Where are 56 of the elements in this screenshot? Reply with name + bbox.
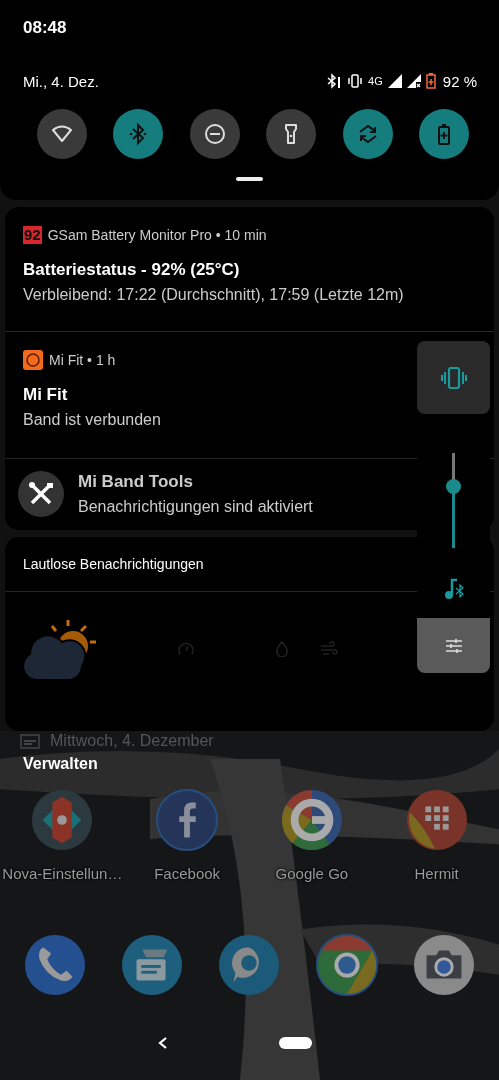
network-type: 4G [368, 75, 383, 87]
notification-title: Batteriestatus - 92% (25°C) [23, 260, 241, 280]
manage-button[interactable]: Verwalten [23, 755, 98, 773]
battery-icon [425, 73, 436, 89]
calendar-icon [20, 733, 40, 749]
gauge-icon [178, 641, 194, 657]
notification-text: Verbleibend: 17:22 (Durchschnitt), 17:59 (Letzte 12m) [23, 286, 405, 304]
sliders-icon [444, 637, 463, 654]
gear-app-icon[interactable] [31, 789, 94, 851]
music-bluetooth-icon [442, 578, 465, 600]
battery-percentage: 92 % [442, 72, 477, 90]
home-pill[interactable] [279, 1037, 312, 1049]
wifi-tile[interactable] [37, 109, 87, 159]
wind-icon [320, 641, 338, 657]
notification-header: GSam Battery Monitor Pro • 10 min [47, 227, 267, 243]
droplet-icon [274, 641, 290, 657]
do-not-disturb-icon [202, 122, 227, 146]
back-icon[interactable] [157, 1036, 169, 1050]
google-icon[interactable] [280, 789, 343, 851]
grid-app-icon[interactable] [405, 789, 468, 851]
phone-icon[interactable] [23, 934, 86, 996]
facebook-icon[interactable] [156, 789, 219, 851]
no-signal-icon [406, 74, 421, 88]
battery-tile[interactable] [418, 109, 469, 159]
widget-date: Mittwoch, 4. Dezember [50, 732, 214, 750]
bluetooth-icon [326, 73, 343, 89]
app-label: Google Go [275, 865, 349, 882]
notification-text: Band ist verbunden [23, 411, 162, 429]
notification-title: Mi Fit [23, 385, 69, 405]
app-label: Hermit [414, 865, 459, 882]
sound-settings-button[interactable] [417, 618, 490, 673]
signal-icon [387, 74, 402, 88]
rotate-tile[interactable] [342, 109, 393, 159]
app-label: Facebook [154, 865, 221, 882]
date-label: Mi., 4. Dez. [23, 72, 100, 90]
clock: 08:48 [23, 17, 67, 39]
ringer-mode-button[interactable] [417, 341, 490, 414]
app-badge-icon: 92 [23, 226, 42, 244]
app-icon [23, 350, 43, 370]
vibrate-icon [347, 73, 364, 89]
notification-header: Mi Fit • 1 h [49, 352, 116, 368]
bluetooth-tile[interactable] [113, 109, 164, 159]
message-app-icon[interactable] [121, 934, 184, 996]
camera-icon[interactable] [413, 934, 476, 996]
tools-icon [18, 471, 64, 517]
volume-thumb[interactable] [446, 479, 461, 495]
chat-bubble-icon[interactable] [218, 934, 281, 996]
drag-handle[interactable] [235, 177, 263, 181]
notification-text: Benachrichtigungen sind aktiviert [78, 498, 313, 516]
section-title: Lautlose Benachrichtigungen [23, 556, 204, 572]
vibrate-icon [440, 366, 467, 389]
dnd-tile[interactable] [189, 109, 240, 159]
chrome-icon[interactable] [315, 934, 378, 996]
notification-title: Mi Band Tools [78, 472, 194, 492]
app-label: Nova-Einstellun… [2, 865, 123, 882]
flashlight-tile[interactable] [266, 109, 317, 159]
